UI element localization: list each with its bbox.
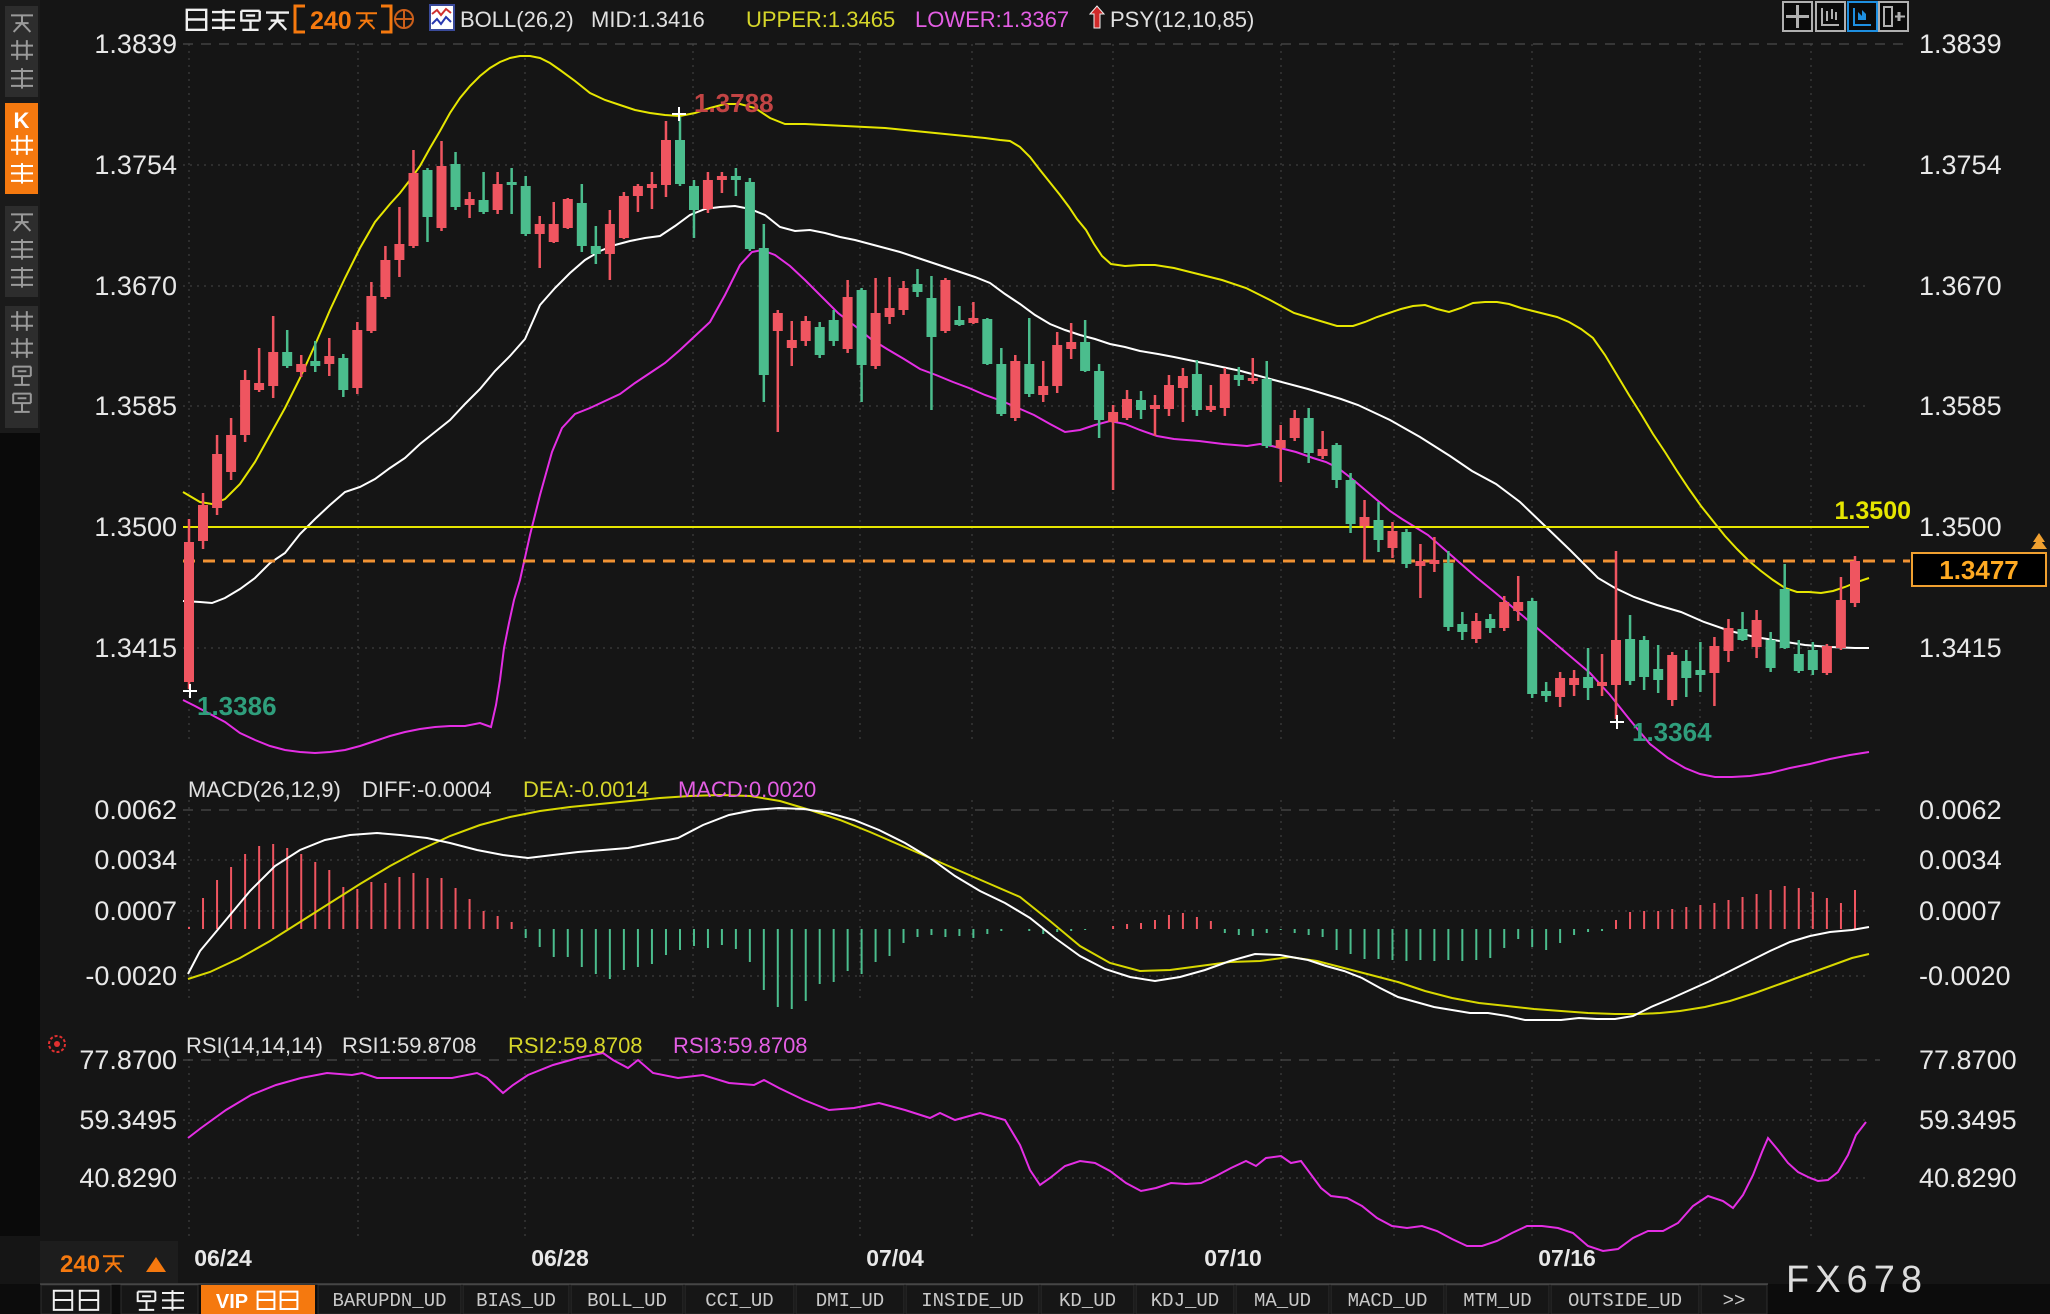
svg-text:40.8290: 40.8290 (1919, 1163, 2017, 1193)
svg-text:06/28: 06/28 (531, 1245, 589, 1271)
svg-text:07/10: 07/10 (1204, 1245, 1262, 1271)
svg-text:1.3754: 1.3754 (94, 150, 177, 180)
svg-text:0.0062: 0.0062 (1919, 795, 2002, 825)
svg-text:1.3364: 1.3364 (1632, 717, 1712, 747)
svg-text:RSI2:59.8708: RSI2:59.8708 (508, 1033, 643, 1058)
svg-text:59.3495: 59.3495 (1919, 1105, 2017, 1135)
svg-text:1.3500: 1.3500 (1835, 497, 1911, 525)
svg-text:K: K (14, 108, 30, 133)
svg-text:RSI(14,14,14): RSI(14,14,14) (186, 1033, 323, 1058)
svg-text:MACD:0.0020: MACD:0.0020 (678, 777, 816, 802)
svg-text:1.3415: 1.3415 (94, 633, 177, 663)
svg-text:MTM_UD: MTM_UD (1463, 1290, 1531, 1312)
svg-text:MACD_UD: MACD_UD (1348, 1290, 1428, 1312)
svg-text:1.3500: 1.3500 (1919, 512, 2002, 542)
svg-text:0.0007: 0.0007 (94, 896, 177, 926)
svg-text:OUTSIDE_UD: OUTSIDE_UD (1568, 1290, 1682, 1312)
svg-text:1.3839: 1.3839 (94, 29, 177, 59)
svg-text:1.3839: 1.3839 (1919, 29, 2002, 59)
svg-text:LOWER:1.3367: LOWER:1.3367 (915, 7, 1069, 32)
svg-text:RSI1:59.8708: RSI1:59.8708 (342, 1033, 477, 1058)
svg-text:KDJ_UD: KDJ_UD (1151, 1290, 1219, 1312)
svg-text:1.3386: 1.3386 (197, 691, 277, 721)
svg-text:07/04: 07/04 (866, 1245, 924, 1271)
svg-text:CCI_UD: CCI_UD (705, 1290, 773, 1312)
svg-text:-0.0020: -0.0020 (1919, 961, 2011, 991)
svg-text:07/16: 07/16 (1538, 1245, 1596, 1271)
svg-text:1.3670: 1.3670 (1919, 271, 2002, 301)
svg-text:BARUPDN_UD: BARUPDN_UD (332, 1290, 446, 1312)
svg-text:77.8700: 77.8700 (79, 1045, 177, 1075)
svg-text:UPPER:1.3465: UPPER:1.3465 (746, 7, 895, 32)
svg-text:BOLL(26,2): BOLL(26,2) (460, 7, 574, 32)
svg-text:RSI3:59.8708: RSI3:59.8708 (673, 1033, 808, 1058)
svg-text:59.3495: 59.3495 (79, 1105, 177, 1135)
svg-text:240: 240 (60, 1251, 100, 1278)
svg-text:0.0007: 0.0007 (1919, 896, 2002, 926)
svg-text:INSIDE_UD: INSIDE_UD (921, 1290, 1024, 1312)
svg-text:BOLL_UD: BOLL_UD (587, 1290, 667, 1312)
svg-text:240: 240 (310, 7, 352, 35)
svg-text:MACD(26,12,9): MACD(26,12,9) (188, 777, 341, 802)
svg-text:06/24: 06/24 (194, 1245, 252, 1271)
svg-text:PSY(12,10,85): PSY(12,10,85) (1110, 7, 1254, 32)
svg-text:DIFF:-0.0004: DIFF:-0.0004 (362, 777, 492, 802)
svg-text:1.3500: 1.3500 (94, 512, 177, 542)
svg-text:MID:1.3416: MID:1.3416 (591, 7, 705, 32)
svg-text:1.3754: 1.3754 (1919, 150, 2002, 180)
svg-text:0.0034: 0.0034 (1919, 845, 2002, 875)
svg-text:DMI_UD: DMI_UD (816, 1290, 884, 1312)
svg-text:KD_UD: KD_UD (1059, 1290, 1116, 1312)
svg-text:BIAS_UD: BIAS_UD (476, 1290, 556, 1312)
svg-text:77.8700: 77.8700 (1919, 1045, 2017, 1075)
svg-text:DEA:-0.0014: DEA:-0.0014 (523, 777, 649, 802)
svg-text:MA_UD: MA_UD (1254, 1290, 1311, 1312)
svg-text:1.3788: 1.3788 (694, 88, 774, 118)
svg-text:FX678: FX678 (1786, 1259, 1928, 1301)
svg-text:1.3670: 1.3670 (94, 271, 177, 301)
svg-text:VIP: VIP (216, 1291, 248, 1313)
svg-text:1.3415: 1.3415 (1919, 633, 2002, 663)
svg-text:1.3585: 1.3585 (1919, 391, 2002, 421)
svg-text:40.8290: 40.8290 (79, 1163, 177, 1193)
svg-text:1.3477: 1.3477 (1939, 555, 2019, 585)
svg-text:>>: >> (1723, 1290, 1746, 1312)
svg-text:1.3585: 1.3585 (94, 391, 177, 421)
svg-text:0.0034: 0.0034 (94, 845, 177, 875)
svg-text:0.0062: 0.0062 (94, 795, 177, 825)
svg-text:-0.0020: -0.0020 (85, 961, 177, 991)
